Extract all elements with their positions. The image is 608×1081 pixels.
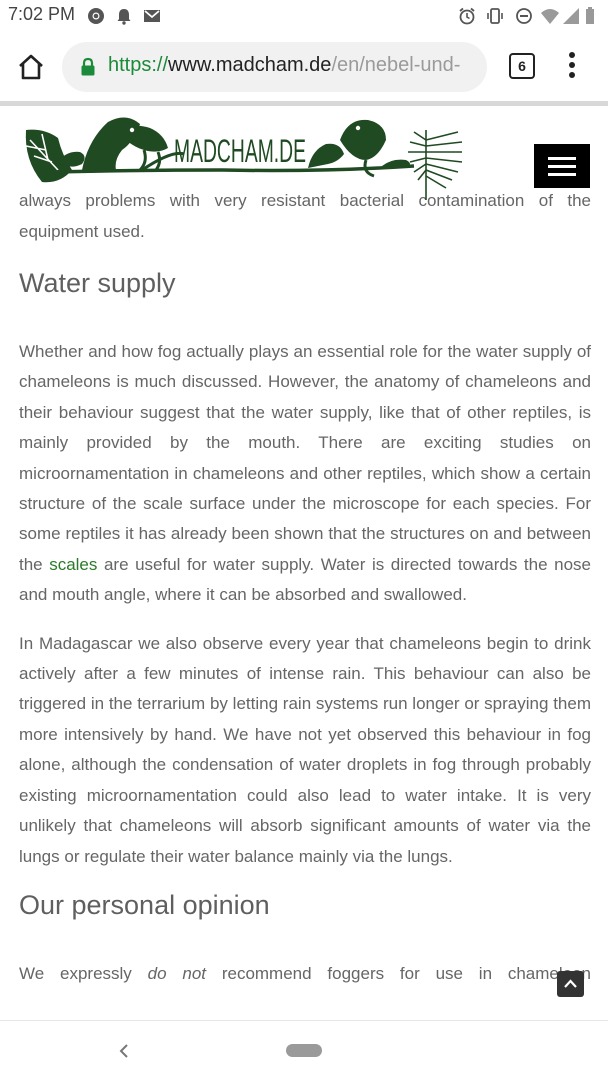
paragraph-water-supply: Whether and how fog actually plays an es… bbox=[19, 337, 591, 611]
signal-icon bbox=[563, 8, 579, 24]
article-content: always problems with very resistant bact… bbox=[19, 186, 591, 989]
status-bar: 7:02 PM bbox=[0, 0, 608, 32]
gmail-icon bbox=[144, 10, 160, 22]
lock-icon bbox=[81, 57, 95, 76]
paragraph-end: equipment used. bbox=[19, 221, 145, 241]
hamburger-icon bbox=[548, 157, 576, 160]
battery-icon bbox=[586, 7, 594, 24]
url-host: www.madcham.de bbox=[168, 54, 332, 76]
paragraph-text: are useful for water supply. Water is di… bbox=[19, 554, 591, 605]
status-time: 7:02 PM bbox=[8, 4, 76, 24]
paragraph-text: recommend foggers for use in chameleon bbox=[221, 963, 591, 983]
paragraph-text: We expressly bbox=[19, 963, 132, 983]
alarm-icon bbox=[459, 7, 475, 25]
paragraph-opinion: We expressly do not recommend foggers fo… bbox=[19, 959, 591, 989]
section-heading-water-supply: Water supply bbox=[19, 268, 176, 298]
vibrate-icon bbox=[487, 8, 503, 24]
back-icon[interactable] bbox=[116, 1041, 132, 1061]
logo-text: MADCHAM.DE bbox=[174, 133, 306, 169]
url-scheme: https:// bbox=[108, 54, 169, 76]
chevron-up-icon bbox=[564, 979, 577, 988]
url-bar[interactable]: https://www.madcham.de/en/nebel-und- bbox=[62, 42, 487, 92]
home-icon[interactable] bbox=[16, 52, 46, 82]
wifi-icon bbox=[541, 9, 559, 24]
tab-switcher-button[interactable]: 6 bbox=[509, 53, 535, 79]
section-heading-opinion: Our personal opinion bbox=[19, 889, 270, 920]
site-logo[interactable]: MADCHAM.DE bbox=[22, 110, 464, 200]
home-pill-button[interactable] bbox=[286, 1044, 322, 1057]
paragraph-madagascar: In Madagascar we also observe every year… bbox=[19, 633, 591, 866]
notification-bell-icon bbox=[117, 9, 131, 25]
scales-link[interactable]: scales bbox=[49, 555, 97, 574]
system-nav-bar bbox=[0, 1020, 608, 1081]
browser-toolbar: https://www.madcham.de/en/nebel-und- 6 bbox=[0, 32, 608, 102]
overflow-menu-icon[interactable] bbox=[566, 52, 578, 82]
menu-toggle-button[interactable] bbox=[534, 144, 590, 188]
back-to-top-button[interactable] bbox=[557, 971, 584, 997]
url-text: https://www.madcham.de/en/nebel-und- bbox=[108, 54, 460, 77]
paragraph-text: Whether and how fog actually plays an es… bbox=[19, 342, 591, 574]
site-header: MADCHAM.DE bbox=[0, 106, 608, 200]
chrome-icon bbox=[88, 8, 104, 24]
emphasis-text: do not bbox=[147, 963, 206, 983]
do-not-disturb-icon bbox=[516, 8, 532, 24]
url-path: /en/nebel-und- bbox=[331, 54, 461, 76]
